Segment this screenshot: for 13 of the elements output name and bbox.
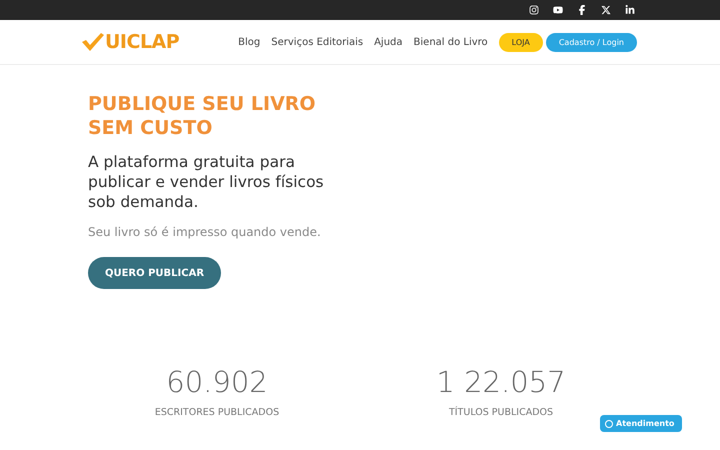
stat-label: TÍTULOS PUBLICADOS	[448, 407, 554, 418]
publish-button[interactable]: QUERO PUBLICAR	[88, 257, 221, 289]
nav-link[interactable]: Ajuda	[374, 36, 403, 48]
store-button[interactable]: LOJA	[498, 32, 543, 52]
hero-subtitle: A plataforma gratuita para publicar e vender livros físicos sob demanda.	[88, 152, 325, 212]
nav-link[interactable]: Bienal do Livro	[414, 36, 488, 48]
stat-label: ESCRITORES PUBLICADOS	[154, 407, 280, 418]
stat-value: 60.902	[166, 365, 268, 399]
stat-value: 1 22.057	[436, 365, 566, 399]
nav-link[interactable]: Blog	[238, 36, 260, 48]
hero-note: Seu livro só é impresso quando vende.	[88, 225, 322, 239]
nav-link[interactable]: Serviços Editoriais	[271, 36, 364, 48]
hero-title: PUBLIQUE SEU LIVRO SEM CUSTO	[88, 92, 317, 140]
